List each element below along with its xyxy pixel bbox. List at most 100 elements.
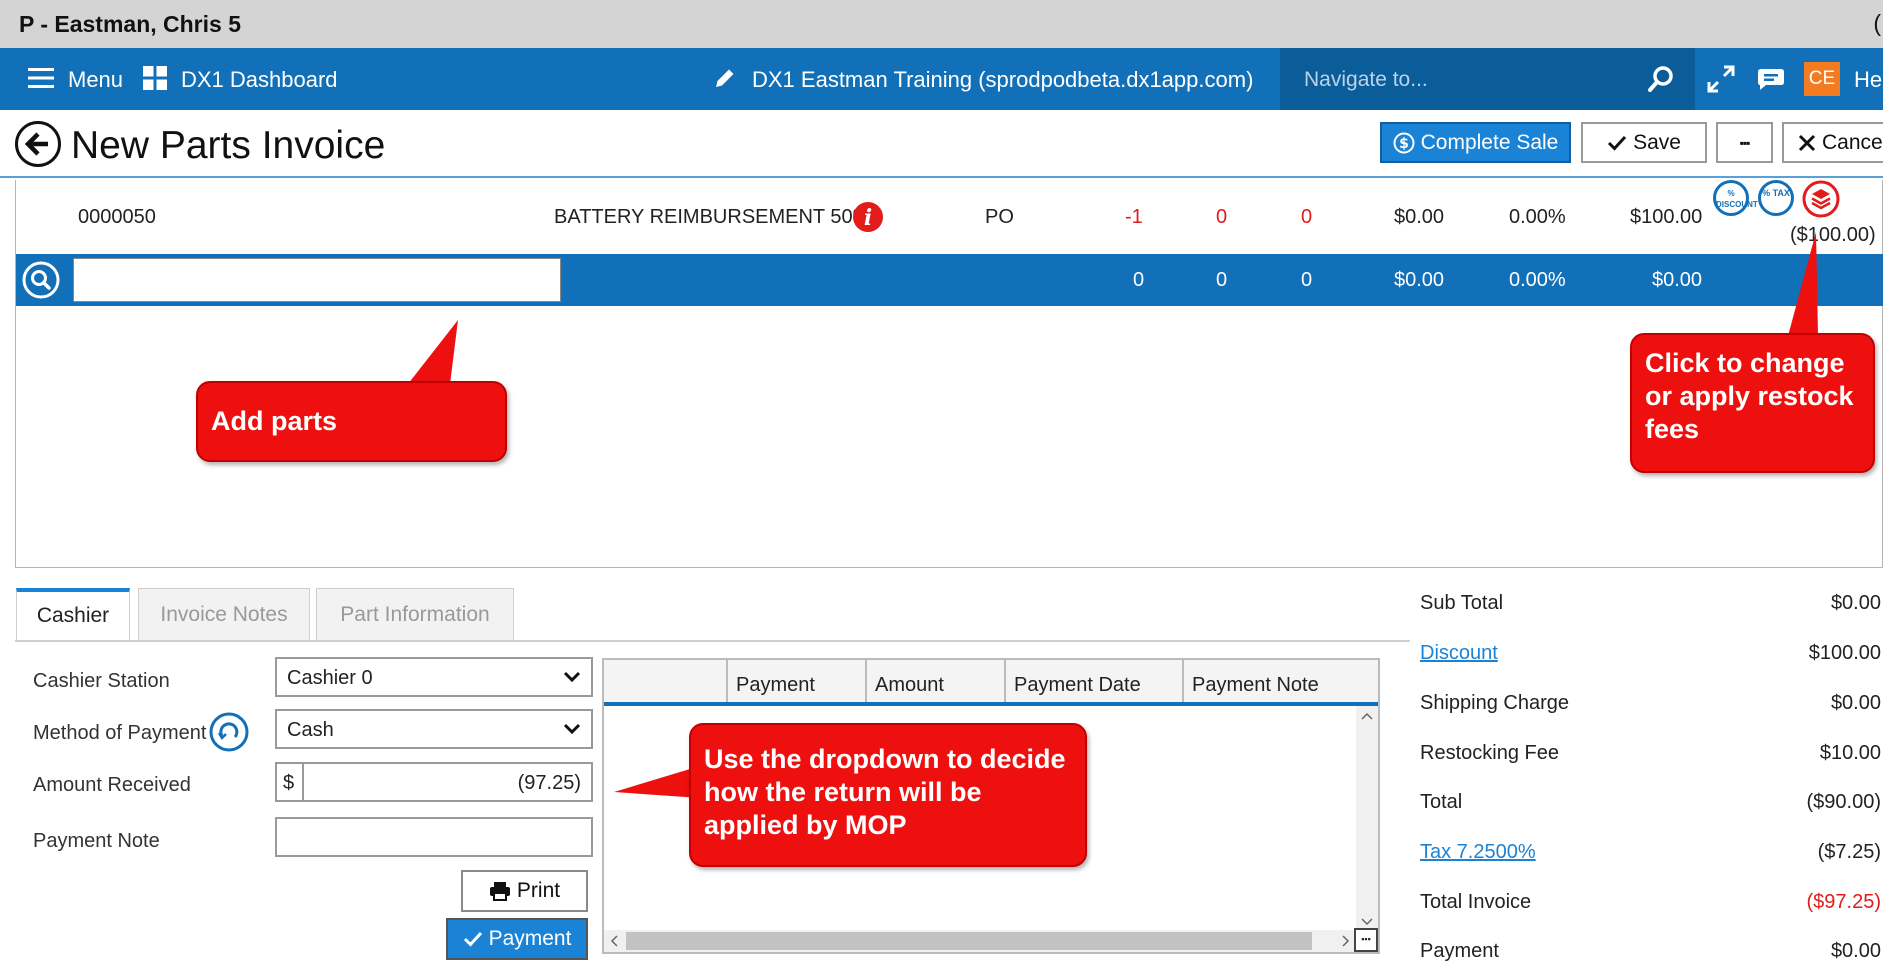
add-parts-callout-text: Add parts (211, 406, 338, 436)
menu-button[interactable]: Menu (68, 67, 123, 93)
invoice-lines-grid: 0000050 BATTERY REIMBURSEMENT 50% i PO -… (15, 180, 1883, 568)
help-link[interactable]: He (1854, 67, 1882, 93)
method-of-payment-value: Cash (287, 719, 334, 741)
payment-grid-header: Payment Amount Payment Date Payment Note (604, 660, 1378, 706)
page-title: New Parts Invoice (71, 124, 386, 167)
dropdown-callout: Use the dropdown to decide how the retur… (689, 723, 1087, 867)
checkmark-icon (463, 931, 482, 947)
add-parts-callout-tail (408, 320, 458, 384)
environment-name: DX1 Eastman Training (sprodpodbeta.dx1ap… (752, 67, 1254, 92)
part-lookup-search-icon[interactable] (22, 261, 60, 299)
info-icon[interactable]: i (852, 201, 884, 233)
grid-header-amount[interactable]: Amount (865, 660, 1004, 702)
line-type: PO (985, 206, 1014, 228)
tab-cashier[interactable]: Cashier (16, 588, 130, 640)
amount-received-value[interactable]: (97.25) (518, 772, 581, 795)
table-row[interactable]: 0000050 BATTERY REIMBURSEMENT 50% i PO -… (16, 180, 1883, 252)
vertical-scrollbar[interactable] (1356, 706, 1378, 932)
scroll-right-icon[interactable] (1342, 935, 1350, 947)
total-value: $10.00 (1819, 742, 1881, 764)
edit-pencil-icon[interactable] (713, 66, 737, 90)
cashier-station-value: Cashier 0 (287, 667, 373, 689)
search-icon[interactable] (1647, 65, 1675, 93)
page-header: New Parts Invoice $ Complete Sale Save ▪… (0, 110, 1883, 178)
navigate-search-input[interactable]: Navigate to... (1304, 68, 1428, 92)
close-icon (1798, 134, 1816, 151)
line-qty3[interactable]: 0 (1301, 206, 1312, 229)
grid-header-payment[interactable]: Payment (726, 660, 865, 702)
restock-callout-tail (1788, 232, 1818, 336)
entry-qty1: 0 (1133, 269, 1145, 291)
entry-percent: 0.00% (1509, 269, 1566, 291)
fullscreen-expand-icon[interactable] (1707, 65, 1735, 93)
cashier-station-select[interactable]: Cashier 0 (275, 657, 593, 697)
save-button[interactable]: Save (1581, 122, 1707, 163)
method-of-payment-label: Method of Payment (33, 722, 207, 744)
payment-note-input[interactable] (275, 817, 593, 857)
tax-icon[interactable]: % TAX (1758, 180, 1794, 216)
total-label: Total (1420, 791, 1463, 813)
part-number-input[interactable] (73, 258, 561, 302)
total-value: $0.00 (1830, 592, 1881, 614)
hamburger-menu-icon[interactable] (28, 66, 54, 90)
tab-part-information-label: Part Information (340, 602, 490, 626)
grid-header-payment-note[interactable]: Payment Note (1182, 660, 1378, 702)
total-label: Shipping Charge (1420, 692, 1569, 714)
scroll-down-icon[interactable] (1361, 918, 1373, 926)
total-value: ($90.00) (1806, 791, 1882, 813)
total-label: Restocking Fee (1420, 742, 1559, 764)
printer-icon (489, 882, 510, 901)
entry-qty2: 0 (1216, 269, 1228, 291)
payment-button[interactable]: Payment (446, 918, 588, 960)
refresh-icon[interactable] (209, 712, 249, 752)
cancel-button[interactable]: Cance (1782, 122, 1883, 163)
total-label[interactable]: Tax 7.2500% (1420, 841, 1536, 864)
dashboard-link[interactable]: DX1 Dashboard (181, 67, 338, 93)
part-entry-row: 0 0 0 $0.00 0.00% $0.00 (16, 254, 1883, 306)
discount-icon-label: % DISCOUNT (1716, 189, 1758, 209)
horizontal-scrollbar[interactable] (604, 930, 1356, 952)
save-label: Save (1633, 130, 1681, 154)
svg-text:i: i (864, 205, 872, 231)
line-qty2[interactable]: 0 (1216, 206, 1227, 229)
user-avatar[interactable]: CE (1804, 62, 1840, 96)
method-of-payment-select[interactable]: Cash (275, 709, 593, 749)
scroll-up-icon[interactable] (1361, 712, 1373, 720)
grid-header-payment-date[interactable]: Payment Date (1004, 660, 1182, 702)
grid-options-button[interactable]: ▪▪▪ (1354, 928, 1378, 952)
tab-part-information[interactable]: Part Information (316, 588, 514, 640)
chevron-down-icon (563, 723, 581, 735)
total-value: $100.00 (1808, 642, 1881, 664)
line-qty1[interactable]: -1 (1125, 206, 1143, 229)
total-label[interactable]: Discount (1420, 642, 1498, 665)
tab-invoice-notes[interactable]: Invoice Notes (138, 588, 310, 640)
entry-price: $0.00 (1394, 269, 1445, 291)
restock-callout-text: Click to change or apply restock fees (1645, 348, 1854, 444)
more-options-button[interactable]: ▪▪▪ (1716, 122, 1773, 163)
back-arrow-icon[interactable] (14, 120, 62, 168)
currency-prefix: $ (283, 772, 295, 794)
tab-cashier-label: Cashier (36, 604, 110, 627)
cancel-label: Cance (1822, 130, 1883, 154)
scroll-left-icon[interactable] (610, 935, 618, 947)
total-label: Payment (1420, 940, 1499, 962)
total-value: ($97.25) (1806, 891, 1882, 913)
total-label: Total Invoice (1420, 891, 1532, 913)
checkmark-icon (1608, 135, 1627, 151)
total-value: $0.00 (1830, 692, 1881, 714)
line-percent: 0.00% (1509, 206, 1566, 228)
navigate-search[interactable]: Navigate to... (1280, 48, 1695, 110)
amount-received-field[interactable]: $ (97.25) (275, 762, 593, 802)
entry-amount: $0.00 (1652, 269, 1703, 291)
restock-layers-icon[interactable] (1802, 180, 1840, 218)
print-button[interactable]: Print (461, 870, 588, 912)
complete-sale-label: Complete Sale (1420, 130, 1559, 154)
amount-received-label: Amount Received (33, 774, 191, 796)
discount-icon[interactable]: % DISCOUNT (1713, 180, 1758, 216)
window-title-bar: P - Eastman, Chris 5 ( (0, 0, 1883, 48)
chat-message-icon[interactable] (1756, 66, 1786, 92)
line-part-number: 0000050 (78, 206, 156, 228)
dashboard-grid-icon[interactable] (143, 66, 167, 90)
horizontal-scroll-thumb[interactable] (626, 932, 1312, 950)
complete-sale-button[interactable]: $ Complete Sale (1380, 122, 1571, 163)
